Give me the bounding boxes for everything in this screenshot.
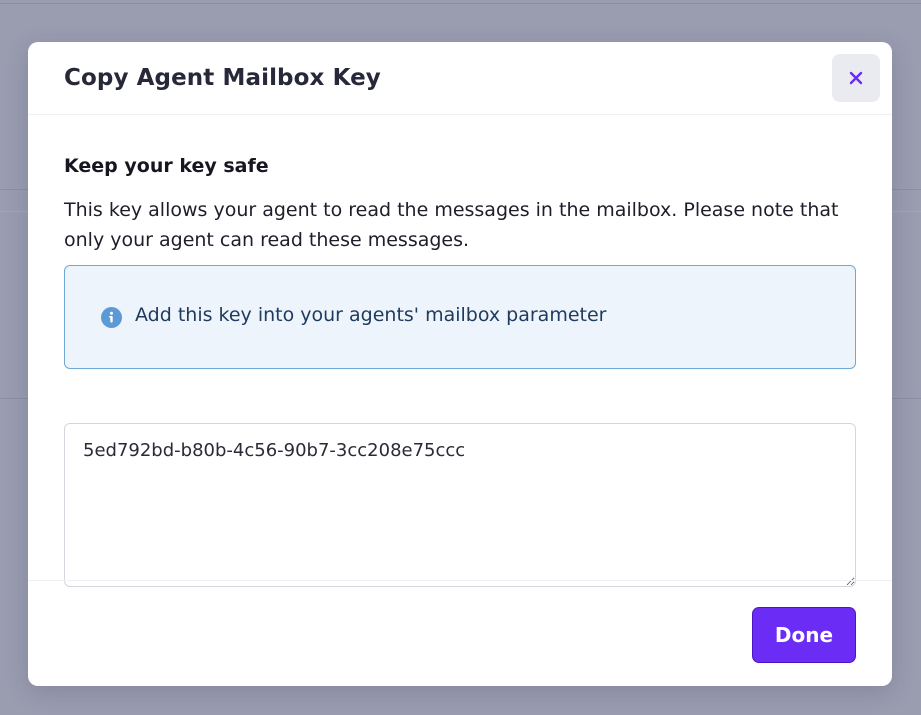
section-heading: Keep your key safe [64,155,269,177]
background-divider [0,3,921,4]
copy-key-dialog: Copy Agent Mailbox Key Keep your key saf… [28,42,892,686]
dialog-footer: Done [28,580,892,686]
dialog-description: This key allows your agent to read the m… [64,199,839,251]
info-alert: Add this key into your agents' mailbox p… [64,265,856,369]
close-icon [849,71,863,85]
done-button[interactable]: Done [752,607,856,663]
mailbox-key-textarea[interactable]: 5ed792bd-b80b-4c56-90b7-3cc208e75ccc [64,423,856,587]
dialog-header: Copy Agent Mailbox Key [28,42,892,115]
info-text: Add this key into your agents' mailbox p… [135,304,607,326]
dialog-title: Copy Agent Mailbox Key [64,65,381,91]
info-icon [101,307,122,328]
close-button[interactable] [832,54,880,102]
